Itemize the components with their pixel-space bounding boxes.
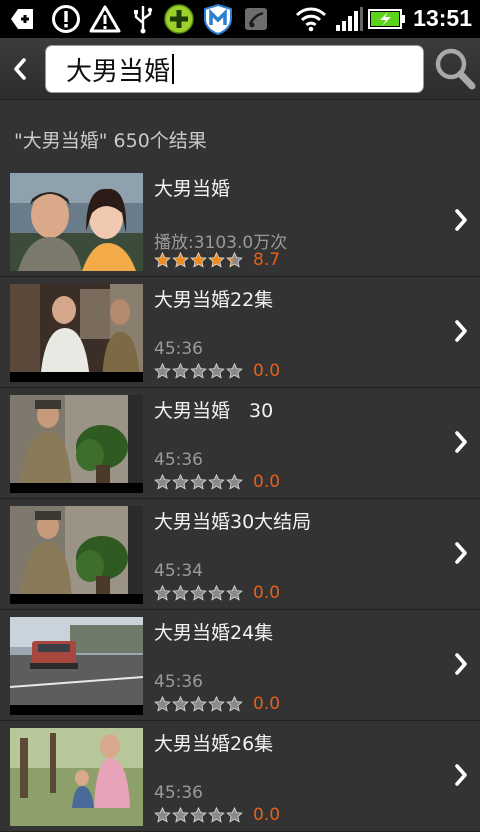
star-icon xyxy=(190,696,207,712)
star-icon xyxy=(208,696,225,712)
star-icon xyxy=(172,696,189,712)
star-icon xyxy=(190,474,207,490)
plus-app-icon xyxy=(162,4,196,34)
battery-charging-icon xyxy=(368,4,406,34)
rating-score: 0.0 xyxy=(253,472,281,492)
star-icon xyxy=(154,696,171,712)
notification-app-icon xyxy=(243,4,269,34)
chevron-right-icon xyxy=(455,653,467,675)
star-icon xyxy=(208,807,225,823)
video-title: 大男当婚26集 xyxy=(154,733,274,755)
video-title: 大男当婚22集 xyxy=(154,289,274,311)
video-meta: 45:36 xyxy=(154,783,203,803)
star-icon xyxy=(172,363,189,379)
star-icon xyxy=(208,363,225,379)
star-icon xyxy=(208,474,225,490)
video-title: 大男当婚24集 xyxy=(154,622,274,644)
wifi-icon xyxy=(294,4,328,34)
back-button[interactable] xyxy=(0,38,40,100)
video-meta: 45:36 xyxy=(154,339,203,359)
star-icon xyxy=(154,807,171,823)
star-icon xyxy=(154,585,171,601)
star-icon xyxy=(208,585,225,601)
star-icon xyxy=(154,252,171,268)
rating-stars: 0.0 xyxy=(154,694,280,714)
star-icon xyxy=(172,807,189,823)
star-icon xyxy=(172,585,189,601)
video-title: 大男当婚30大结局 xyxy=(154,511,312,533)
video-thumbnail xyxy=(10,284,143,382)
rating-score: 0.0 xyxy=(253,805,281,825)
video-meta: 45:34 xyxy=(154,561,203,581)
result-item[interactable]: 大男当婚30大结局 45:34 0.0 xyxy=(0,499,480,610)
search-bar: 大男当婚 xyxy=(0,38,480,100)
video-thumbnail xyxy=(10,173,143,271)
result-item[interactable]: 大男当婚 播放:3103.0万次 8.7 xyxy=(0,166,480,277)
rating-stars: 0.0 xyxy=(154,583,280,603)
usb-debug-icon xyxy=(6,4,38,34)
status-time: 13:51 xyxy=(413,5,472,31)
rating-score: 0.0 xyxy=(253,583,281,603)
video-thumbnail xyxy=(10,728,143,826)
result-item[interactable]: 大男当婚24集 45:36 0.0 xyxy=(0,610,480,721)
result-summary: "大男当婚" 650个结果 xyxy=(14,130,207,152)
video-meta: 45:36 xyxy=(154,672,203,692)
result-list: 大男当婚 播放:3103.0万次 8.7 大男当婚22集 45:36 0.0 大… xyxy=(0,166,480,832)
warning-triangle-icon xyxy=(88,4,122,34)
search-input[interactable]: 大男当婚 xyxy=(45,45,424,93)
video-thumbnail xyxy=(10,506,143,604)
status-bar: 13:51 xyxy=(0,0,480,38)
star-icon xyxy=(226,585,243,601)
signal-icon xyxy=(334,4,364,34)
magnifier-icon xyxy=(435,48,476,90)
video-thumbnail xyxy=(10,617,143,715)
chevron-right-icon xyxy=(455,320,467,342)
star-icon xyxy=(226,363,243,379)
chevron-right-icon xyxy=(455,542,467,564)
video-title: 大男当婚 xyxy=(154,178,231,200)
rating-score: 0.0 xyxy=(253,361,281,381)
video-title: 大男当婚 30 xyxy=(154,400,274,422)
search-query: 大男当婚 xyxy=(66,56,171,87)
text-caret xyxy=(172,54,175,84)
star-icon xyxy=(154,474,171,490)
result-item[interactable]: 大男当婚22集 45:36 0.0 xyxy=(0,277,480,388)
star-icon xyxy=(226,474,243,490)
chevron-right-icon xyxy=(455,209,467,231)
rating-score: 8.7 xyxy=(253,250,281,270)
chevron-left-icon xyxy=(14,58,26,80)
video-meta: 45:36 xyxy=(154,450,203,470)
star-icon xyxy=(190,585,207,601)
chevron-right-icon xyxy=(455,764,467,786)
search-button[interactable] xyxy=(432,43,478,95)
star-icon xyxy=(226,807,243,823)
star-icon xyxy=(226,696,243,712)
chevron-right-icon xyxy=(455,431,467,453)
rating-stars: 0.0 xyxy=(154,472,280,492)
rating-stars: 0.0 xyxy=(154,805,280,825)
star-icon xyxy=(190,363,207,379)
rating-stars: 8.7 xyxy=(154,250,280,270)
rating-stars: 0.0 xyxy=(154,361,280,381)
rating-score: 0.0 xyxy=(253,694,281,714)
star-icon xyxy=(190,807,207,823)
alert-circle-icon xyxy=(50,4,82,34)
star-icon xyxy=(154,363,171,379)
result-item[interactable]: 大男当婚 30 45:36 0.0 xyxy=(0,388,480,499)
star-icon xyxy=(172,252,189,268)
star-icon xyxy=(190,252,207,268)
star-icon xyxy=(226,252,243,268)
shield-app-icon xyxy=(201,3,235,35)
result-item[interactable]: 大男当婚26集 45:36 0.0 xyxy=(0,721,480,832)
video-thumbnail xyxy=(10,395,143,493)
star-icon xyxy=(208,252,225,268)
usb-icon xyxy=(130,4,156,34)
star-icon xyxy=(172,474,189,490)
